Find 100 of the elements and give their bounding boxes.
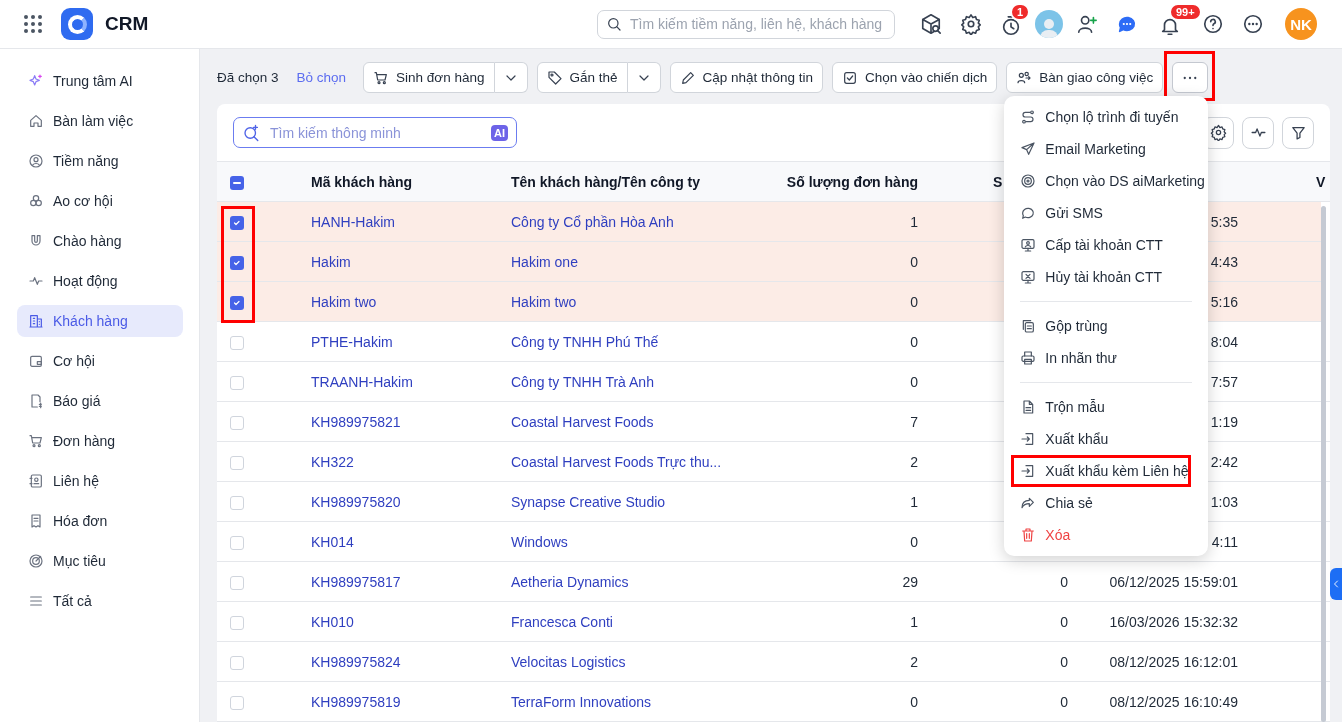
menu-item[interactable]: Trộn mẫu — [1004, 391, 1209, 423]
sparkle-icon — [28, 73, 44, 89]
smart-search-field[interactable]: Tìm kiếm thông minh AI — [233, 117, 517, 148]
customer-code-link[interactable]: KH010 — [311, 613, 354, 630]
customer-name-link[interactable]: Hakim two — [511, 293, 577, 310]
checkbox[interactable] — [230, 455, 244, 470]
customer-code-link[interactable]: KH989975817 — [311, 573, 401, 590]
customer-code-link[interactable]: Hakim two — [311, 293, 377, 310]
search-field[interactable]: Tìm kiếm tiềm năng, liên hệ, khách hàng — [597, 9, 895, 39]
customer-name-link[interactable]: Coastal Harvest Foods — [511, 413, 654, 430]
menu-item[interactable]: Gộp trùng — [1004, 310, 1209, 342]
customer-name-link[interactable]: Công ty Cổ phần Hòa Anh — [511, 213, 674, 230]
menu-item[interactable]: Xuất khẩu — [1004, 423, 1209, 455]
customer-code-link[interactable]: PTHE-Hakim — [311, 333, 393, 350]
customer-code-link[interactable]: KH989975819 — [311, 693, 401, 710]
search-input[interactable]: Tìm kiếm tiềm năng, liên hệ, khách hàng — [628, 15, 886, 33]
customer-code-link[interactable]: KH989975824 — [311, 653, 401, 670]
customer-code-link[interactable]: KH322 — [311, 453, 354, 470]
sidebar-item[interactable]: Bàn làm việc — [17, 105, 183, 137]
person-circle-icon — [28, 153, 44, 169]
share-icon — [1020, 495, 1037, 511]
checkbox[interactable] — [230, 375, 244, 390]
action-button[interactable]: Bàn giao công việc — [1006, 62, 1164, 93]
customer-name-link[interactable]: Windows — [511, 533, 568, 550]
table-cell: 5:35 — [1210, 213, 1238, 230]
action-button[interactable]: Sinh đơn hàng — [363, 62, 495, 93]
menu-item[interactable]: Gửi SMS — [1004, 197, 1209, 229]
checkbox[interactable] — [230, 695, 244, 710]
checkbox[interactable] — [230, 295, 244, 310]
checkbox[interactable] — [230, 255, 244, 270]
menu-item[interactable]: In nhãn thư — [1004, 342, 1209, 374]
sidebar-item[interactable]: Đơn hàng — [17, 425, 183, 457]
customer-name-link[interactable]: Hakim one — [511, 253, 578, 270]
menu-item[interactable]: Xóa — [1004, 519, 1209, 551]
checkbox[interactable] — [230, 415, 244, 430]
menu-item[interactable]: Chọn lộ trình đi tuyến — [1004, 101, 1209, 133]
apps-grid-icon[interactable] — [24, 15, 42, 33]
menu-item[interactable]: Xuất khẩu kèm Liên hệ — [1004, 455, 1209, 487]
action-button[interactable]: Chọn vào chiến dịch — [831, 62, 998, 93]
customer-name-link[interactable]: Công ty TNHH Trà Anh — [511, 373, 654, 390]
sidebar-item[interactable]: Liên hệ — [17, 465, 183, 497]
sidebar-item[interactable]: Hoạt động — [17, 265, 183, 297]
table-cell: 7 — [910, 413, 918, 430]
magnet-icon — [28, 233, 44, 249]
action-button[interactable]: Cập nhật thông tin — [669, 62, 823, 93]
sidebar-item[interactable]: Ao cơ hội — [17, 185, 183, 217]
filter-button[interactable] — [1282, 116, 1314, 149]
menu-item[interactable]: Chia sẻ — [1004, 487, 1209, 519]
checkbox[interactable] — [230, 535, 244, 550]
customer-name-link[interactable]: Coastal Harvest Foods Trực thu... — [511, 453, 722, 470]
action-button[interactable]: Gắn thẻ — [536, 62, 628, 93]
checkbox[interactable] — [230, 495, 244, 510]
customer-code-link[interactable]: KH014 — [311, 533, 354, 550]
customer-name-link[interactable]: Công ty TNHH Phú Thế — [511, 333, 659, 350]
table-cell: 0 — [910, 373, 918, 390]
sidebar-item[interactable]: Khách hàng — [17, 305, 183, 337]
checkbox[interactable] — [230, 175, 244, 190]
menu-item[interactable]: Hủy tài khoản CTT — [1004, 261, 1209, 293]
settings-icon — [1209, 124, 1227, 141]
sidebar-item[interactable]: Hóa đơn — [17, 505, 183, 537]
customer-name-link[interactable]: Aetheria Dynamics — [511, 573, 629, 590]
customer-code-link[interactable]: KH989975821 — [311, 413, 401, 430]
checkbox[interactable] — [230, 215, 244, 230]
timer-button[interactable]: 1 — [991, 1, 1031, 47]
checkbox[interactable] — [230, 655, 244, 670]
activity-button[interactable] — [1242, 116, 1274, 149]
column-header[interactable]: Số lượng đơn hàng — [786, 173, 918, 190]
dropdown-button[interactable] — [627, 62, 661, 93]
customer-name-link[interactable]: Synapse Creative Studio — [511, 493, 666, 510]
sidebar-item[interactable]: Cơ hội — [17, 345, 183, 377]
smart-search-input[interactable]: Tìm kiếm thông minh — [268, 123, 483, 142]
sidebar-item[interactable]: Tiềm năng — [17, 145, 183, 177]
menu-item[interactable]: Chọn vào DS aiMarketing — [1004, 165, 1209, 197]
menu-item[interactable]: Cấp tài khoản CTT — [1004, 229, 1209, 261]
column-header[interactable]: Mã khách hàng — [311, 173, 413, 190]
customer-name-link[interactable]: Velocitas Logistics — [511, 653, 626, 670]
column-header[interactable]: V — [1316, 173, 1326, 190]
checkbox[interactable] — [230, 575, 244, 590]
collapse-handle[interactable] — [1330, 568, 1342, 600]
scrollbar[interactable] — [1321, 206, 1326, 722]
more-apps-icon — [1242, 13, 1264, 35]
column-header[interactable]: Tên khách hàng/Tên công ty — [511, 173, 701, 190]
customer-name-link[interactable]: TerraForm Innovations — [511, 693, 652, 710]
customer-code-link[interactable]: KH989975820 — [311, 493, 401, 510]
sidebar-item[interactable]: Báo giá — [17, 385, 183, 417]
sidebar-item[interactable]: Mục tiêu — [17, 545, 183, 577]
customer-code-link[interactable]: TRAANH-Hakim — [311, 373, 413, 390]
customer-name-link[interactable]: Francesca Conti — [511, 613, 613, 630]
checkbox[interactable] — [230, 615, 244, 630]
sidebar-item[interactable]: Tất cả — [17, 585, 183, 617]
customer-code-link[interactable]: HANH-Hakim — [311, 213, 395, 230]
sidebar-item[interactable]: Chào hàng — [17, 225, 183, 257]
column-header[interactable]: S — [993, 173, 1003, 190]
customer-code-link[interactable]: Hakim — [311, 253, 351, 270]
clear-selection-link[interactable]: Bỏ chọn — [296, 70, 347, 85]
menu-item[interactable]: Email Marketing — [1004, 133, 1209, 165]
checkbox[interactable] — [230, 335, 244, 350]
sidebar-item[interactable]: Trung tâm AI — [17, 65, 183, 97]
selection-count: Đã chọn 3 — [217, 70, 279, 85]
help-icon — [1202, 13, 1224, 35]
